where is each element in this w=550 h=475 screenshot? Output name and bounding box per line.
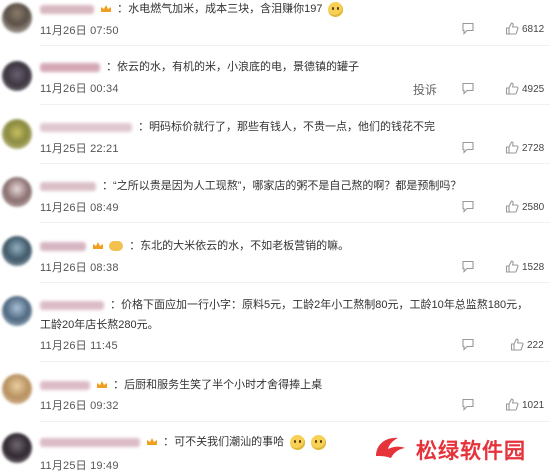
reply-icon[interactable] xyxy=(461,338,475,351)
comment-date: 11月25日 22:21 xyxy=(40,143,119,155)
like-icon[interactable] xyxy=(505,260,519,273)
avatar[interactable] xyxy=(2,433,32,463)
divider xyxy=(40,222,550,223)
avatar[interactable] xyxy=(2,296,32,326)
crown-icon xyxy=(92,241,104,251)
crown-icon xyxy=(96,380,108,390)
divider xyxy=(40,282,550,283)
divider xyxy=(40,361,550,362)
reply-icon[interactable] xyxy=(461,398,475,411)
comment-date: 11月26日 07:50 xyxy=(40,25,119,37)
username[interactable] xyxy=(40,380,90,390)
comment-text: ：明码标价就行了，那些有钱人，不贵一点，他们的钱花不完 xyxy=(138,121,436,133)
divider xyxy=(40,104,550,105)
report-link[interactable]: 投诉 xyxy=(413,81,437,98)
comment-date: 11月26日 08:38 xyxy=(40,262,119,274)
comment-text: ：可不关我们潮汕的事哈 xyxy=(163,436,285,448)
comment-text: ：依云的水，有机的米，小浪底的电，景德镇的罐子 xyxy=(106,61,360,73)
username[interactable] xyxy=(40,241,86,251)
reply-icon[interactable] xyxy=(461,260,475,273)
like-count: 1021 xyxy=(522,400,545,411)
divider xyxy=(40,163,550,164)
avatar[interactable] xyxy=(2,177,32,207)
like-count: 2580 xyxy=(522,202,545,213)
like-count: 2728 xyxy=(522,143,545,154)
like-count: 6812 xyxy=(522,24,545,35)
comment-text: ：后厨和服务生笑了半个小时才舍得捧上桌 xyxy=(113,379,323,391)
comment-date: 11月26日 11:45 xyxy=(40,340,118,352)
like-icon[interactable] xyxy=(505,22,519,35)
comment-text: ：价格下面应加一行小字：原料5元，工龄2年小工熬制80元，工龄10年总监熬180… xyxy=(110,299,529,311)
divider xyxy=(40,421,550,422)
username[interactable] xyxy=(40,62,100,72)
like-icon[interactable] xyxy=(505,141,519,154)
reply-icon[interactable] xyxy=(461,82,475,95)
comment-date: 11月25日 19:49 xyxy=(40,460,119,472)
like-count: 1528 xyxy=(522,262,545,273)
divider xyxy=(40,45,550,46)
emoji-icon xyxy=(327,1,343,17)
crown-icon xyxy=(146,437,158,447)
comment-text: ：东北的大米依云的水，不如老板营销的嘛。 xyxy=(129,240,350,252)
watermark-logo-icon xyxy=(376,437,405,458)
reply-icon[interactable] xyxy=(461,200,475,213)
like-icon[interactable] xyxy=(505,82,519,95)
avatar[interactable] xyxy=(2,3,32,33)
reply-icon[interactable] xyxy=(461,22,475,35)
comment-text-continued: 工龄20年店长熬280元。 xyxy=(40,319,159,331)
comment-date: 11月26日 09:32 xyxy=(40,400,119,412)
username[interactable] xyxy=(40,181,96,191)
username[interactable] xyxy=(40,122,132,132)
username[interactable] xyxy=(40,300,104,310)
crown-icon xyxy=(100,4,112,14)
reply-icon[interactable] xyxy=(461,141,475,154)
avatar[interactable] xyxy=(2,119,32,149)
emoji-icon xyxy=(311,434,327,450)
comment-text: ：水电燃气加米，成本三块，含泪赚你197 xyxy=(117,3,323,15)
comment-date: 11月26日 00:34 xyxy=(40,83,119,95)
like-count: 4925 xyxy=(522,84,545,95)
avatar[interactable] xyxy=(2,374,32,404)
like-icon[interactable] xyxy=(510,338,524,351)
username[interactable] xyxy=(40,4,94,14)
like-icon[interactable] xyxy=(505,200,519,213)
like-icon[interactable] xyxy=(505,398,519,411)
like-count: 222 xyxy=(527,340,544,351)
username[interactable] xyxy=(40,437,140,447)
level-badge xyxy=(109,241,124,252)
avatar[interactable] xyxy=(2,236,32,266)
watermark-text: 松绿软件园 xyxy=(416,439,526,463)
comment-text: ：“之所以贵是因为人工现熬”，哪家店的粥不是自己熬的啊？都是预制吗？ xyxy=(102,180,462,192)
avatar[interactable] xyxy=(2,61,32,91)
emoji-icon xyxy=(290,434,306,450)
comment-date: 11月26日 08:49 xyxy=(40,202,119,214)
